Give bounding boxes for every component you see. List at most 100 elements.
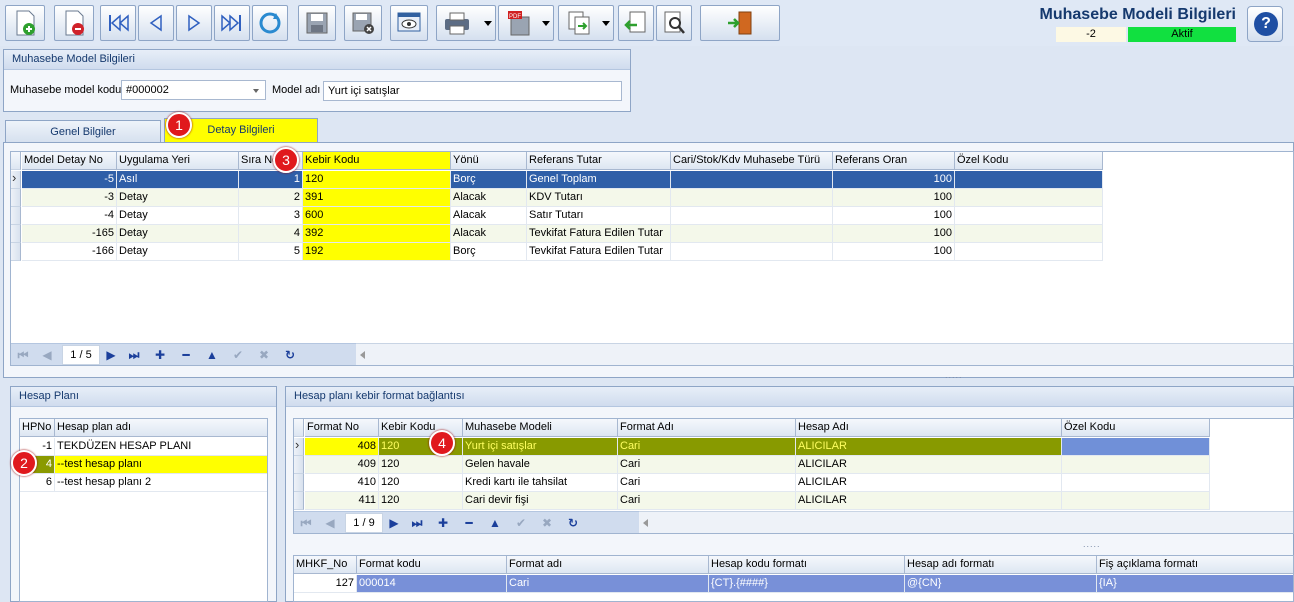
exit-button[interactable] bbox=[700, 5, 780, 41]
refresh-grid-icon[interactable]: ↻ bbox=[281, 347, 299, 363]
new-record-button[interactable] bbox=[5, 5, 45, 41]
table-cell[interactable]: Cari bbox=[507, 575, 709, 593]
table-cell[interactable]: 120 bbox=[303, 171, 451, 189]
col-header-format-no[interactable]: Format No bbox=[305, 419, 379, 437]
row-indicator[interactable] bbox=[11, 243, 21, 261]
table-cell[interactable]: 120 bbox=[379, 492, 463, 510]
format-grid-hscroll[interactable] bbox=[639, 511, 1293, 533]
first-page-icon[interactable]: ⏮ bbox=[297, 515, 315, 531]
table-cell[interactable]: 391 bbox=[303, 189, 451, 207]
tab-general-info[interactable]: Genel Bilgiler bbox=[5, 120, 161, 144]
table-cell[interactable] bbox=[671, 171, 833, 189]
table-cell[interactable]: Borç bbox=[451, 243, 527, 261]
table-cell[interactable]: Alacak bbox=[451, 207, 527, 225]
table-cell[interactable]: 409 bbox=[305, 456, 379, 474]
last-page-icon[interactable]: ⏭ bbox=[125, 347, 143, 363]
table-cell[interactable]: 100 bbox=[833, 189, 955, 207]
table-cell[interactable]: --test hesap planı 2 bbox=[55, 474, 267, 492]
table-cell[interactable]: Alacak bbox=[451, 189, 527, 207]
table-cell[interactable] bbox=[955, 225, 1103, 243]
last-record-button[interactable] bbox=[214, 5, 250, 41]
col-header-account-code-format[interactable]: Hesap kodu formatı bbox=[709, 556, 905, 574]
table-cell[interactable]: Kredi kartı ile tahsilat bbox=[463, 474, 618, 492]
first-page-icon[interactable]: ⏮ bbox=[14, 347, 32, 363]
post-edit-icon[interactable]: ✔ bbox=[512, 515, 530, 531]
delete-record-button[interactable] bbox=[54, 5, 94, 41]
table-cell[interactable]: Yurt içi satışlar bbox=[463, 438, 618, 456]
table-cell[interactable]: Satır Tutarı bbox=[527, 207, 671, 225]
table-cell[interactable]: 392 bbox=[303, 225, 451, 243]
table-cell[interactable]: -165 bbox=[22, 225, 117, 243]
table-cell[interactable]: 600 bbox=[303, 207, 451, 225]
table-cell[interactable] bbox=[955, 171, 1103, 189]
table-cell[interactable]: -4 bbox=[22, 207, 117, 225]
table-cell[interactable]: Gelen havale bbox=[463, 456, 618, 474]
table-cell[interactable]: ALICILAR bbox=[796, 438, 1062, 456]
table-cell[interactable] bbox=[671, 207, 833, 225]
table-cell[interactable] bbox=[955, 243, 1103, 261]
cancel-edit-icon[interactable]: ✖ bbox=[255, 347, 273, 363]
row-indicator[interactable] bbox=[11, 225, 21, 243]
col-header-ledger-code[interactable]: Kebir Kodu bbox=[303, 152, 451, 170]
col-header-detail-no[interactable]: Model Detay No bbox=[22, 152, 117, 170]
table-cell[interactable]: Cari bbox=[618, 492, 796, 510]
copy-button[interactable] bbox=[558, 5, 614, 41]
table-cell[interactable]: 127 bbox=[294, 575, 357, 593]
model-name-input[interactable]: Yurt içi satışlar bbox=[323, 81, 622, 101]
col-header-reference-ratio[interactable]: Referans Oran bbox=[833, 152, 955, 170]
table-cell[interactable]: 411 bbox=[305, 492, 379, 510]
table-cell[interactable] bbox=[955, 207, 1103, 225]
table-cell[interactable]: 5 bbox=[239, 243, 303, 261]
table-cell[interactable]: Genel Toplam bbox=[527, 171, 671, 189]
row-indicator[interactable] bbox=[294, 437, 304, 456]
table-cell[interactable]: {CT}.{####} bbox=[709, 575, 905, 593]
next-page-icon[interactable]: ▶ bbox=[102, 347, 120, 363]
preview-button[interactable] bbox=[390, 5, 428, 41]
table-cell[interactable]: 100 bbox=[833, 171, 955, 189]
table-cell[interactable]: 100 bbox=[833, 207, 955, 225]
table-cell[interactable] bbox=[1062, 474, 1210, 492]
table-cell[interactable]: Cari devir fişi bbox=[463, 492, 618, 510]
table-cell[interactable]: Tevkifat Fatura Edilen Tutar bbox=[527, 225, 671, 243]
col-header-special-code[interactable]: Özel Kodu bbox=[955, 152, 1103, 170]
refresh-button[interactable] bbox=[252, 5, 288, 41]
table-cell[interactable]: 120 bbox=[379, 474, 463, 492]
detail-grid-hscroll[interactable] bbox=[356, 343, 1293, 365]
search-button[interactable] bbox=[656, 5, 692, 41]
prev-page-icon[interactable]: ◀ bbox=[38, 347, 56, 363]
splitter-grip[interactable]: ..... bbox=[1083, 539, 1101, 549]
table-cell[interactable]: 6 bbox=[20, 474, 55, 492]
table-cell[interactable] bbox=[671, 189, 833, 207]
next-record-button[interactable] bbox=[176, 5, 212, 41]
table-cell[interactable]: Cari bbox=[618, 456, 796, 474]
table-cell[interactable]: 3 bbox=[239, 207, 303, 225]
table-cell[interactable]: Alacak bbox=[451, 225, 527, 243]
col-header-plan-name[interactable]: Hesap plan adı bbox=[55, 419, 267, 437]
table-cell[interactable]: 410 bbox=[305, 474, 379, 492]
col-header-application[interactable]: Uygulama Yeri bbox=[117, 152, 239, 170]
row-indicator[interactable] bbox=[294, 474, 304, 492]
previous-record-button[interactable] bbox=[138, 5, 174, 41]
row-indicator[interactable] bbox=[11, 207, 21, 225]
table-cell[interactable]: @{CN} bbox=[905, 575, 1097, 593]
table-cell[interactable] bbox=[671, 243, 833, 261]
model-code-combo[interactable]: #000002 bbox=[121, 80, 266, 100]
table-cell[interactable]: 2 bbox=[239, 189, 303, 207]
table-cell[interactable]: {IA} bbox=[1097, 575, 1293, 593]
row-indicator[interactable] bbox=[11, 170, 21, 189]
print-button[interactable] bbox=[436, 5, 496, 41]
table-cell[interactable]: 4 bbox=[239, 225, 303, 243]
table-cell[interactable]: 1 bbox=[239, 171, 303, 189]
col-header-reference-amount[interactable]: Referans Tutar bbox=[527, 152, 671, 170]
table-cell[interactable]: ALICILAR bbox=[796, 492, 1062, 510]
table-cell[interactable]: Detay bbox=[117, 225, 239, 243]
table-cell[interactable]: 408 bbox=[305, 438, 379, 456]
table-cell[interactable]: Detay bbox=[117, 243, 239, 261]
col-header-account-name[interactable]: Hesap Adı bbox=[796, 419, 1062, 437]
table-cell[interactable]: 192 bbox=[303, 243, 451, 261]
edit-row-icon[interactable]: ▲ bbox=[203, 347, 221, 363]
refresh-grid-icon[interactable]: ↻ bbox=[564, 515, 582, 531]
table-cell[interactable]: -5 bbox=[22, 171, 117, 189]
col-header-direction[interactable]: Yönü bbox=[451, 152, 527, 170]
cancel-edit-icon[interactable]: ✖ bbox=[538, 515, 556, 531]
